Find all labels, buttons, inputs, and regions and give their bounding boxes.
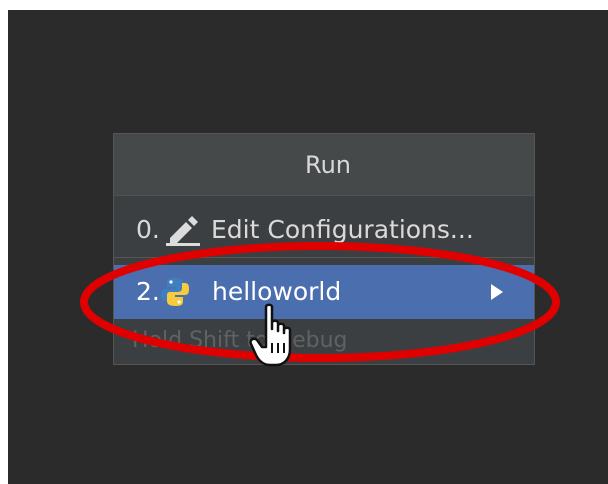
menu-item-number: 0. (136, 215, 160, 244)
hand-pointer-icon (249, 303, 292, 367)
popup-title: Run (114, 134, 534, 196)
helloworld-menu-item[interactable]: 2. helloworld (114, 265, 534, 319)
edit-configurations-menu-item[interactable]: 0. Edit Configurations... (114, 202, 534, 258)
submenu-arrow-icon[interactable] (488, 282, 506, 302)
debug-hint-text: Hold Shift to Debug (132, 328, 348, 353)
run-configurations-popup: Run 0. Edit Configurations... 2. hellowo… (113, 133, 535, 365)
menu-item-number: 2. (136, 277, 160, 306)
python-icon (161, 278, 189, 306)
pencil-icon (166, 216, 200, 246)
menu-item-label: Edit Configurations... (211, 215, 474, 244)
